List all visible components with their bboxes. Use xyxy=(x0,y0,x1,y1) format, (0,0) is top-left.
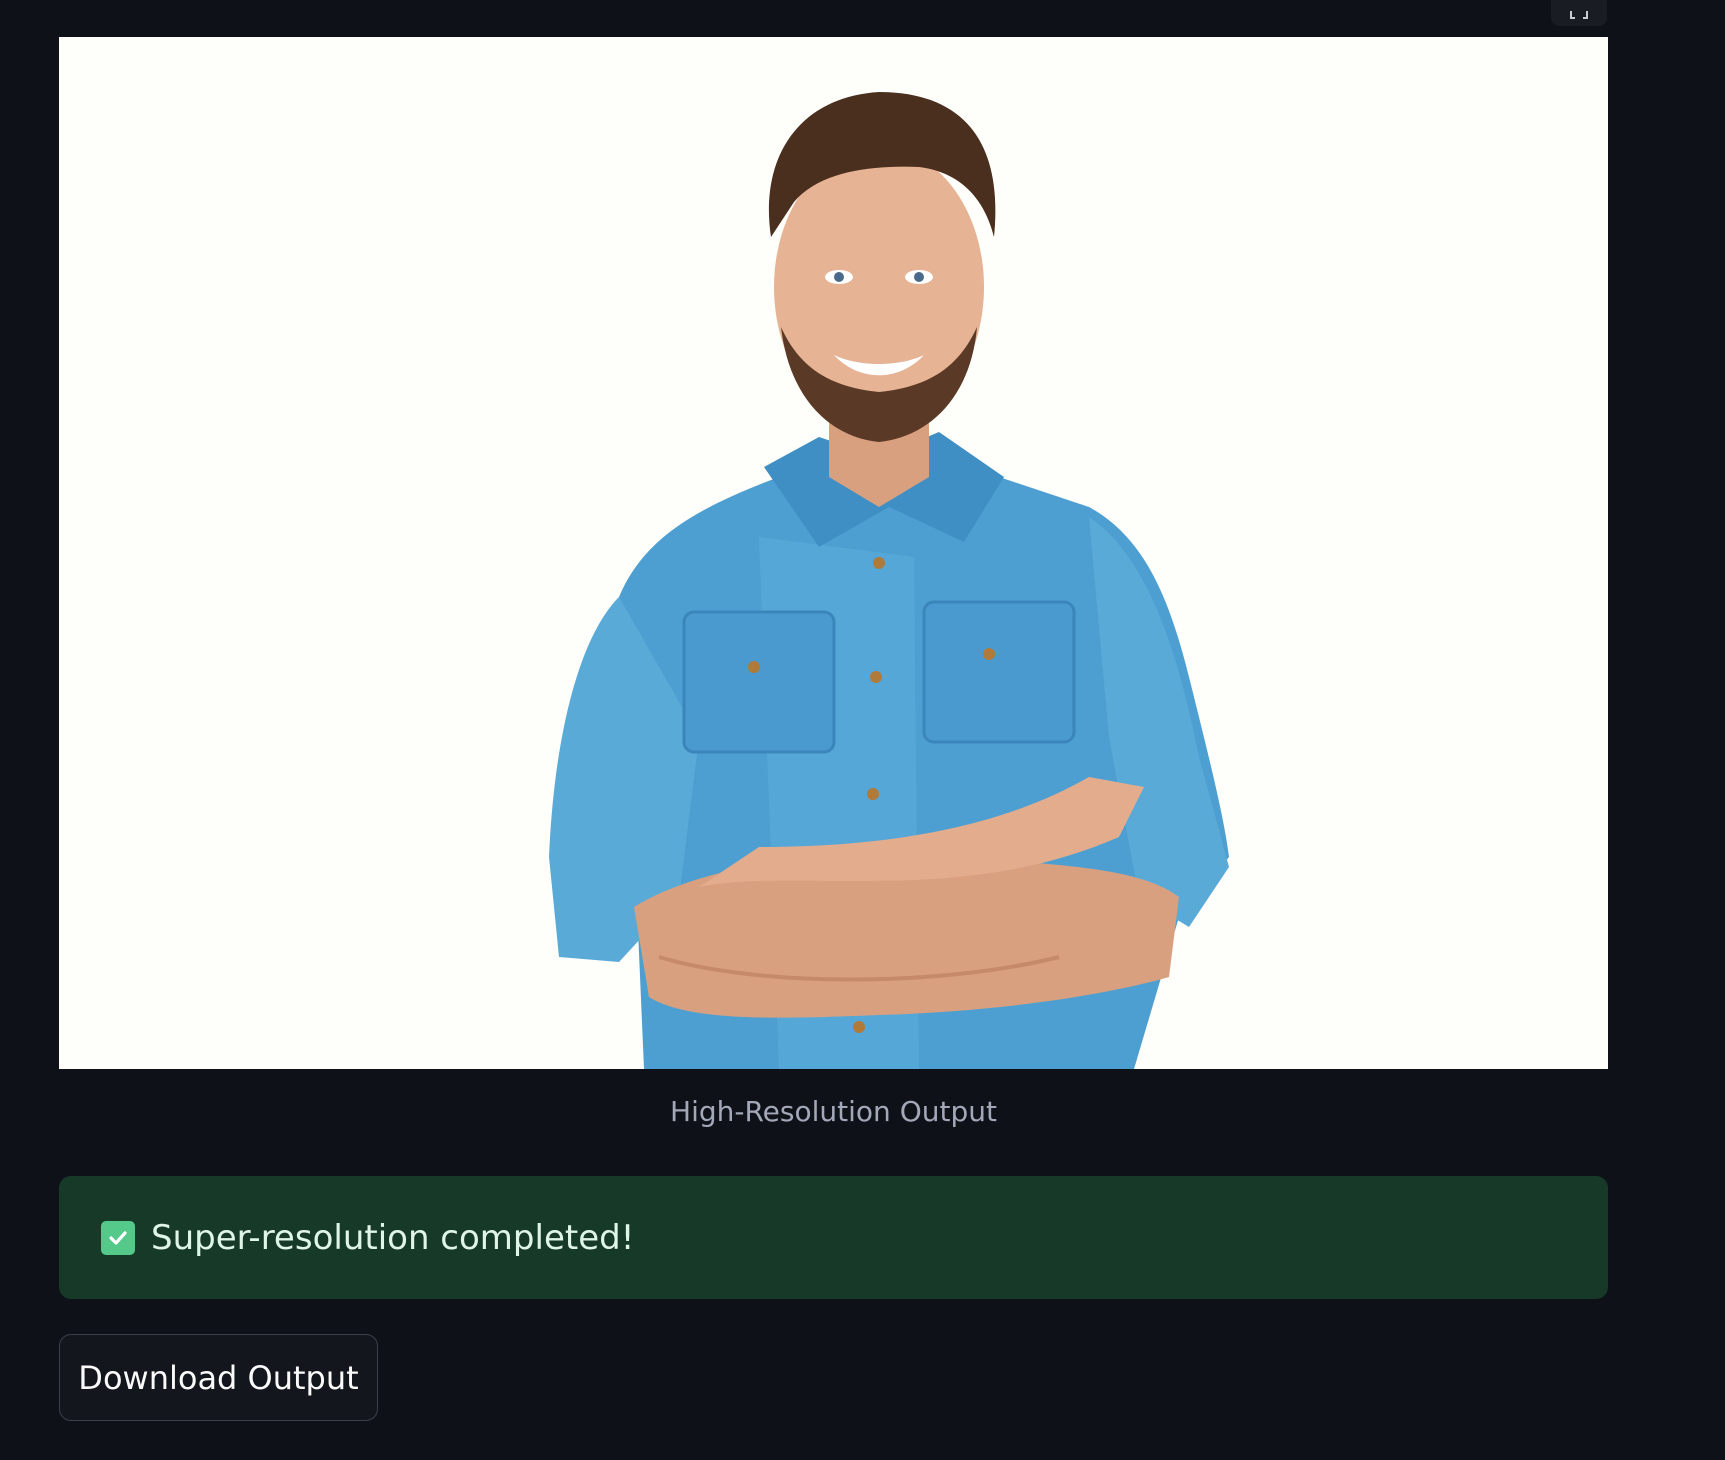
expand-icon xyxy=(1570,11,1588,19)
output-image xyxy=(59,37,1608,1069)
portrait-photo xyxy=(59,37,1608,1069)
fullscreen-button[interactable] xyxy=(1551,0,1607,26)
success-message: Super-resolution completed! xyxy=(151,1217,635,1258)
app-page: High-Resolution Output Super-resolution … xyxy=(0,0,1725,1460)
check-box-icon xyxy=(101,1220,135,1255)
download-output-button[interactable]: Download Output xyxy=(59,1334,378,1421)
success-alert: Super-resolution completed! xyxy=(59,1176,1608,1299)
image-caption: High-Resolution Output xyxy=(670,1095,997,1128)
